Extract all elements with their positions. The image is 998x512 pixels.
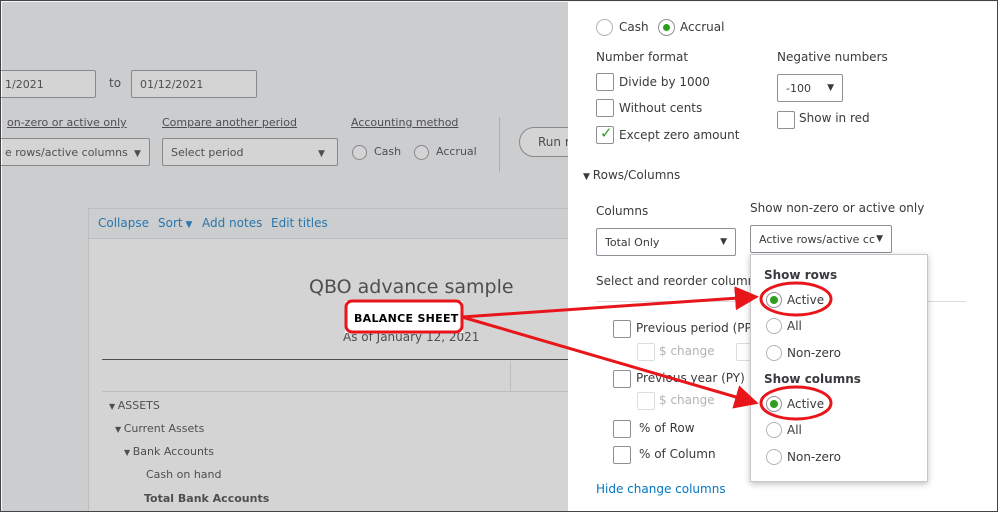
negative-numbers-value: -100 [786,82,811,95]
rows-columns-section[interactable]: ▼ Rows/Columns [583,168,680,182]
rows-columns-label: Rows/Columns [592,168,681,182]
pp-change-label: $ change [659,344,715,358]
pct-row-label: % of Row [639,421,695,435]
number-format-label: Number format [596,50,689,64]
divide-1000-checkbox[interactable] [596,73,614,91]
columns-nonzero-label: Non-zero [787,450,841,464]
accrual-radio[interactable] [658,19,675,36]
rows-all-radio[interactable] [766,318,782,334]
show-nonzero-value: Active rows/active cc [759,233,875,246]
pp-change-checkbox[interactable] [637,343,655,361]
columns-nonzero-radio[interactable] [766,449,782,465]
columns-active-label: Active [787,397,825,411]
negative-numbers-select[interactable]: -100 ▼ [777,74,843,102]
show-in-red-label: Show in red [799,111,870,125]
without-cents-label: Without cents [619,101,703,115]
pct-column-label: % of Column [639,447,716,461]
modal-overlay [2,2,568,511]
cash-radio[interactable] [596,19,613,36]
divide-1000-label: Divide by 1000 [619,75,710,89]
py-change-label: $ change [659,393,715,407]
rows-all-label: All [787,319,802,333]
py-change-checkbox[interactable] [637,392,655,410]
chevron-down-icon: ▼ [876,234,883,244]
columns-all-label: All [787,423,802,437]
check-icon: ✓ [600,124,613,142]
accrual-label: Accrual [680,20,725,34]
show-nonzero-label: Show non-zero or active only [750,201,925,215]
show-nonzero-dropdown: Show rows Active All Non-zero Show colum… [750,254,928,482]
rows-nonzero-label: Non-zero [787,346,841,360]
columns-select[interactable]: Total Only ▼ [596,228,736,256]
previous-year-checkbox[interactable] [613,370,631,388]
report-title: BALANCE SHEET [354,312,459,325]
hide-change-columns-link[interactable]: Hide change columns [596,482,726,496]
negative-numbers-label: Negative numbers [777,50,888,64]
show-nonzero-select[interactable]: Active rows/active cc ▼ [750,225,892,253]
except-zero-label: Except zero amount [619,128,740,142]
columns-all-radio[interactable] [766,422,782,438]
except-zero-checkbox[interactable]: ✓ [596,124,614,144]
rows-active-radio[interactable] [766,292,782,308]
rows-nonzero-radio[interactable] [766,345,782,361]
columns-value: Total Only [605,236,660,249]
chevron-down-icon: ▼ [827,83,834,93]
previous-period-checkbox[interactable] [613,320,631,338]
rows-active-label: Active [787,293,825,307]
columns-active-radio[interactable] [766,396,782,412]
show-rows-heading: Show rows [764,268,838,282]
chevron-down-icon: ▼ [720,237,727,247]
previous-year-label: Previous year (PY) [636,371,745,385]
select-reorder-label: Select and reorder columns [596,274,762,288]
without-cents-checkbox[interactable] [596,99,614,117]
columns-label: Columns [596,204,649,218]
screenshot-frame: 1/2021 to 01/12/2021 on-zero or active o… [0,0,998,512]
cash-label: Cash [619,20,649,34]
previous-period-label: Previous period (PP) [636,321,757,335]
caret-down-icon: ▼ [583,172,593,182]
pct-row-checkbox[interactable] [613,420,631,438]
show-in-red-checkbox[interactable] [777,111,795,129]
pct-column-checkbox[interactable] [613,446,631,464]
show-columns-heading: Show columns [764,372,861,386]
